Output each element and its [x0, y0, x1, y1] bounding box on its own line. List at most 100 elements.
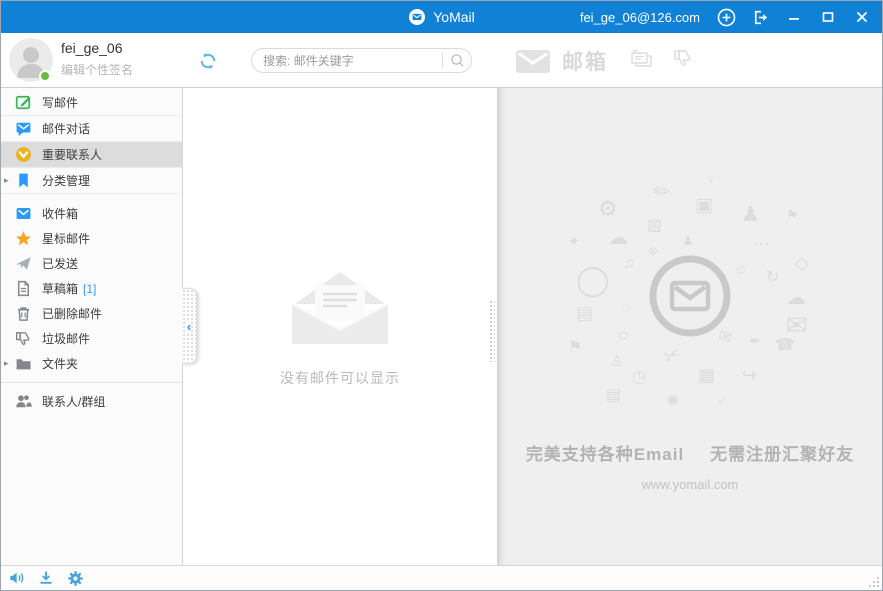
mail-stack-icon[interactable] — [628, 48, 653, 74]
decor-icon: ◯ — [576, 266, 610, 296]
window-resize-grip[interactable] — [868, 576, 879, 587]
deleted-icon — [15, 305, 32, 322]
sidebar-item-inbox[interactable]: 收件箱 — [1, 201, 182, 226]
decor-icon: ✂ — [661, 343, 685, 368]
decor-icon: ▨ — [647, 218, 662, 234]
preview-panel: ⚙✎♀▣♟⚑▨☁✦⊗♟…♫◇☺↻◯☁◌▤✉○✉✒☎⚑✂♙◷▦↪▤◉♂ 完美支持各… — [498, 88, 882, 565]
sidebar-item-label: 星标邮件 — [42, 230, 90, 247]
expand-arrow-icon[interactable]: ▸ — [4, 351, 9, 376]
header: fei_ge_06 编辑个性签名 邮箱 — [1, 33, 882, 88]
sidebar-item-spam[interactable]: 垃圾邮件 — [1, 326, 182, 351]
sidebar-item-label: 写邮件 — [42, 94, 78, 111]
decor-icon: ☺ — [734, 262, 748, 276]
sidebar-item-drafts[interactable]: 草稿箱 [1] — [1, 276, 182, 301]
expand-arrow-icon[interactable]: ▸ — [4, 168, 9, 193]
maximize-button[interactable] — [818, 7, 838, 27]
unread-badge: [1] — [83, 282, 96, 296]
sidebar-item-label: 文件夹 — [42, 355, 78, 372]
decor-icon: ☁ — [608, 228, 628, 248]
search-input[interactable] — [263, 54, 435, 68]
search-divider — [442, 53, 443, 68]
search-box[interactable] — [251, 48, 472, 73]
category-icon — [15, 172, 32, 189]
sidebar-item-label: 分类管理 — [42, 172, 90, 189]
decor-icon: ♂ — [716, 394, 727, 409]
decor-icon: ♟ — [682, 234, 694, 247]
decor-icon: ◌ — [621, 300, 629, 314]
decor-icon: ☎ — [775, 338, 795, 354]
decor-icon: ✦ — [568, 234, 580, 248]
panel-resize-handle[interactable] — [489, 300, 495, 362]
tagline: 完美支持各种Email 无需注册汇聚好友 — [498, 440, 882, 465]
sidebar-folder-group: 收件箱星标邮件已发送草稿箱 [1] 已删除邮件垃圾邮件 ▸ 文件夹 — [1, 201, 182, 376]
vip-contacts-icon — [15, 146, 32, 163]
account-email[interactable]: fei_ge_06@126.com — [580, 10, 700, 25]
decor-icon: ✒ — [749, 334, 762, 349]
minimize-button[interactable] — [784, 7, 804, 27]
yomail-logo-icon — [408, 8, 426, 26]
mailbox-label: 邮箱 — [562, 46, 608, 76]
sidebar-item-deleted[interactable]: 已删除邮件 — [1, 301, 182, 326]
decor-icon: ⚑ — [568, 340, 582, 356]
thumbs-down-icon[interactable] — [673, 48, 696, 74]
edit-signature-link[interactable]: 编辑个性签名 — [61, 61, 133, 78]
decor-icon: ✉ — [786, 312, 808, 338]
compose-icon — [15, 94, 32, 111]
decor-icon: ○ — [618, 326, 629, 344]
decor-icon: ☁ — [786, 288, 806, 308]
sidebar-item-label: 已删除邮件 — [42, 305, 102, 322]
decor-icon: ♀ — [705, 172, 716, 187]
empty-mail-icon — [292, 270, 388, 344]
sidebar-bottom-group: 联系人/群组 — [1, 389, 182, 414]
sidebar-item-folders[interactable]: ▸ 文件夹 — [1, 351, 182, 376]
username: fei_ge_06 — [61, 40, 133, 56]
download-icon[interactable] — [38, 570, 56, 586]
sidebar-item-label: 草稿箱 — [42, 280, 78, 297]
refresh-icon[interactable] — [198, 51, 218, 71]
sidebar-item-label: 邮件对话 — [42, 120, 90, 137]
close-button[interactable] — [852, 7, 872, 27]
sidebar-item-sent[interactable]: 已发送 — [1, 251, 182, 276]
sidebar-item-vip-contacts[interactable]: 重要联系人 — [1, 142, 182, 168]
contacts-icon — [15, 393, 32, 410]
sidebar-item-label: 联系人/群组 — [42, 393, 105, 410]
yomail-window: YoMail fei_ge_06@126.com — [0, 0, 883, 591]
titlebar[interactable]: YoMail fei_ge_06@126.com — [1, 1, 882, 33]
decor-icon: ♫ — [623, 256, 635, 272]
decor-icon: ◉ — [666, 392, 679, 407]
settings-gear-icon[interactable] — [67, 570, 85, 586]
decor-icon: ▦ — [698, 366, 715, 384]
sound-icon[interactable] — [9, 570, 27, 586]
sidebar-separator — [1, 382, 182, 383]
sidebar-item-contacts[interactable]: 联系人/群组 — [1, 389, 182, 414]
decor-icon: ↪ — [742, 366, 757, 384]
starred-icon — [15, 230, 32, 247]
decor-icon: … — [752, 230, 770, 248]
yomail-big-logo-icon — [648, 254, 732, 338]
chat-mail-icon — [15, 120, 32, 137]
chevron-left-icon: ‹ — [187, 320, 191, 333]
decor-icon: ♙ — [610, 354, 623, 369]
sidebar-item-label: 垃圾邮件 — [42, 330, 90, 347]
spam-icon — [15, 330, 32, 347]
statusbar — [1, 565, 882, 590]
app-title: YoMail — [433, 9, 475, 25]
tagline-left: 完美支持各种Email — [526, 440, 684, 465]
sidebar-top-group: 写邮件邮件对话重要联系人▸ 分类管理 — [1, 90, 182, 194]
sidebar-item-label: 收件箱 — [42, 205, 78, 222]
decor-icon: ♟ — [741, 204, 760, 225]
sidebar-item-category[interactable]: ▸ 分类管理 — [1, 168, 182, 194]
mailbox-icon — [515, 47, 551, 75]
sidebar-item-chat-mail[interactable]: 邮件对话 — [1, 116, 182, 142]
sidebar-item-starred[interactable]: 星标邮件 — [1, 226, 182, 251]
sidebar-item-label: 已发送 — [42, 255, 78, 272]
sidebar-item-compose[interactable]: 写邮件 — [1, 90, 182, 116]
decor-icon: ✎ — [650, 179, 676, 205]
search-icon[interactable] — [450, 53, 465, 68]
sidebar: 写邮件邮件对话重要联系人▸分类管理 收件箱星标邮件已发送草稿箱[1]已删除邮件垃… — [1, 88, 183, 565]
logout-icon[interactable] — [750, 7, 770, 27]
decor-icon: ▤ — [576, 304, 593, 322]
sidebar-collapse-handle[interactable]: ‹ — [182, 288, 197, 364]
drafts-icon — [15, 280, 32, 297]
add-account-icon[interactable] — [716, 7, 736, 27]
